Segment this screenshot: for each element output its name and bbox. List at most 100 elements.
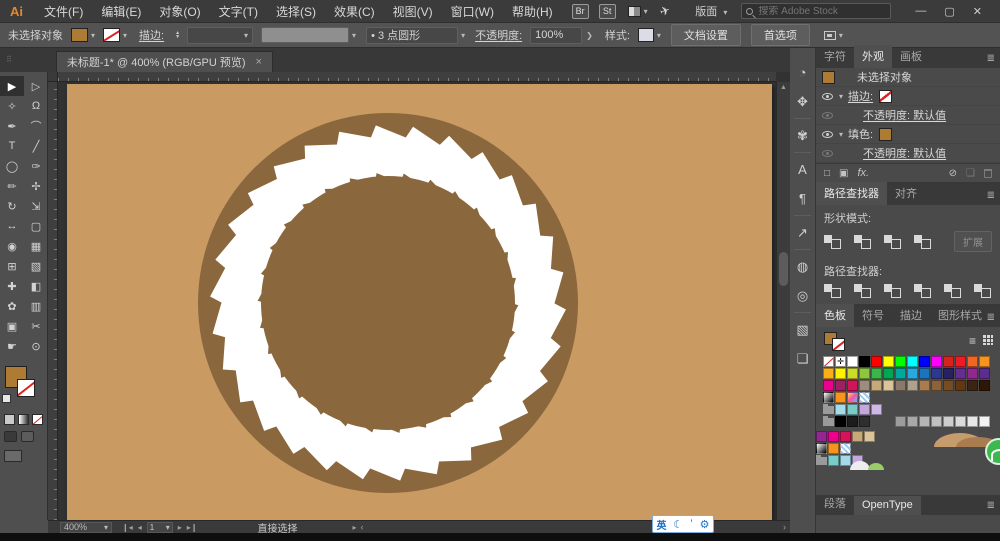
swatch[interactable] xyxy=(859,380,870,391)
swatch-group-folder[interactable] xyxy=(823,406,834,414)
moon-icon[interactable]: ☾ xyxy=(673,518,683,531)
swatch[interactable] xyxy=(931,368,942,379)
direct-selection-tool[interactable]: ▷ xyxy=(24,76,48,96)
shaper-tool[interactable]: ✢ xyxy=(24,176,48,196)
gradient-mode-button[interactable] xyxy=(18,414,29,425)
swatch[interactable] xyxy=(943,368,954,379)
artboard-tool[interactable]: ▣ xyxy=(0,316,24,336)
minimize-button[interactable]: — xyxy=(915,5,926,17)
pen-tool[interactable]: ✒ xyxy=(0,116,24,136)
divide-icon[interactable] xyxy=(824,284,841,298)
type-tab-0[interactable]: 段落 xyxy=(816,492,854,515)
swatch[interactable] xyxy=(967,368,978,379)
close-button[interactable]: ✕ xyxy=(973,5,982,18)
add-effect-icon[interactable]: fx. xyxy=(858,167,870,179)
swatch[interactable] xyxy=(823,380,834,391)
menu-item-2[interactable]: 对象(O) xyxy=(150,3,209,20)
swatch[interactable] xyxy=(859,368,870,379)
close-document-icon[interactable]: × xyxy=(256,56,262,68)
swatch[interactable] xyxy=(835,380,846,391)
style-swatch[interactable] xyxy=(638,28,654,42)
swatch[interactable] xyxy=(835,392,846,403)
settings-gear-icon[interactable]: ⚙ xyxy=(700,518,710,531)
swatch[interactable] xyxy=(895,368,906,379)
swatch[interactable] xyxy=(907,416,918,427)
screen-mode-button[interactable] xyxy=(4,450,22,462)
clear-appearance-icon[interactable]: ⊘ xyxy=(949,168,957,179)
share-icon[interactable]: ✈ xyxy=(658,3,672,20)
swatch[interactable] xyxy=(967,380,978,391)
swatch[interactable] xyxy=(852,431,863,442)
swatch[interactable] xyxy=(859,404,870,415)
swatch[interactable] xyxy=(979,416,990,427)
menu-item-4[interactable]: 选择(S) xyxy=(267,3,325,20)
export-panel-icon[interactable]: ↗ xyxy=(790,218,815,247)
stroke-link[interactable]: 描边: xyxy=(139,27,164,43)
scroll-left-icon[interactable]: ‹ xyxy=(360,522,363,532)
swatch[interactable] xyxy=(979,368,990,379)
first-artboard-icon[interactable]: ❙◂ xyxy=(122,523,133,532)
ruler-origin[interactable] xyxy=(48,72,58,82)
selection-tool[interactable]: ▶ xyxy=(0,76,24,96)
symbol-sprayer-tool[interactable]: ✿ xyxy=(0,296,24,316)
type-tab-1[interactable]: OpenType xyxy=(854,496,921,515)
zoom-level-select[interactable]: 400%▾ xyxy=(60,522,112,533)
swatch[interactable] xyxy=(919,416,930,427)
stroke-color-chip[interactable] xyxy=(17,379,35,397)
vertical-scrollbar[interactable]: ▲ xyxy=(776,82,790,520)
visibility-eye-icon[interactable] xyxy=(822,131,833,138)
gradient-panel-icon[interactable]: ▧ xyxy=(790,315,815,344)
search-input[interactable] xyxy=(758,6,878,17)
menu-item-5[interactable]: 效果(C) xyxy=(325,3,384,20)
swatch[interactable] xyxy=(931,380,942,391)
shape-panel-icon[interactable]: ◔ xyxy=(790,58,815,87)
fill-color-swatch[interactable] xyxy=(71,28,88,42)
appearance-tab-1[interactable]: 外观 xyxy=(854,45,892,68)
swatch[interactable] xyxy=(847,416,858,427)
curvature-tool[interactable]: ⌒ xyxy=(24,116,48,136)
artboard[interactable] xyxy=(67,84,772,520)
hand-tool[interactable]: ☛ xyxy=(0,336,24,356)
stroke-weight-stepper[interactable]: ▲▼ xyxy=(175,31,180,39)
swatch[interactable] xyxy=(955,368,966,379)
swatch[interactable] xyxy=(835,416,846,427)
document-setup-button[interactable]: 文档设置 xyxy=(671,24,741,46)
mesh-tool[interactable]: ⊞ xyxy=(0,256,24,276)
swatch[interactable] xyxy=(943,356,954,367)
swatch-registration[interactable]: ✛ xyxy=(835,356,846,367)
swatch[interactable] xyxy=(979,356,990,367)
swatch[interactable] xyxy=(883,356,894,367)
appearance-tab-0[interactable]: 字符 xyxy=(816,45,854,68)
chevron-down-icon[interactable]: ▾ xyxy=(839,130,843,139)
scrollbar-thumb[interactable] xyxy=(779,252,788,286)
prev-artboard-icon[interactable]: ◂ xyxy=(138,523,142,532)
width-tool[interactable]: ↔ xyxy=(0,216,24,236)
swatches-menu-icon[interactable]: ≣ xyxy=(987,312,995,323)
swatch[interactable] xyxy=(883,380,894,391)
swatch-pattern[interactable] xyxy=(840,443,851,454)
free-transform-tool[interactable]: ▢ xyxy=(24,216,48,236)
swatch[interactable] xyxy=(967,356,978,367)
menu-item-8[interactable]: 帮助(H) xyxy=(503,3,562,20)
ime-language-bar[interactable]: 英 ☾ ’ ⚙ xyxy=(652,515,714,533)
glyphs-panel-icon[interactable]: A xyxy=(790,155,815,184)
horizontal-scrollbar[interactable]: ‹ › xyxy=(356,522,790,532)
swatch[interactable] xyxy=(847,404,858,415)
slice-tool[interactable]: ✂ xyxy=(24,316,48,336)
swatch[interactable] xyxy=(931,356,942,367)
swatch[interactable] xyxy=(895,356,906,367)
swatch[interactable] xyxy=(919,380,930,391)
type-menu-icon[interactable]: ≣ xyxy=(987,500,995,511)
restore-button[interactable]: ▢ xyxy=(944,5,954,18)
ime-language-toggle[interactable]: 英 xyxy=(656,517,666,532)
swatch[interactable] xyxy=(871,368,882,379)
draw-behind-button[interactable] xyxy=(21,431,34,442)
perspective-grid-tool[interactable]: ▦ xyxy=(24,236,48,256)
swatch[interactable] xyxy=(840,431,851,442)
unite-icon[interactable] xyxy=(824,235,841,249)
artboard-number-select[interactable]: 1▾ xyxy=(147,522,173,533)
opacity-more-button[interactable]: ❯ xyxy=(586,31,593,40)
swatches-tab-1[interactable]: 符号 xyxy=(854,304,892,327)
visibility-eye-icon[interactable] xyxy=(822,150,833,157)
swatch[interactable] xyxy=(823,368,834,379)
